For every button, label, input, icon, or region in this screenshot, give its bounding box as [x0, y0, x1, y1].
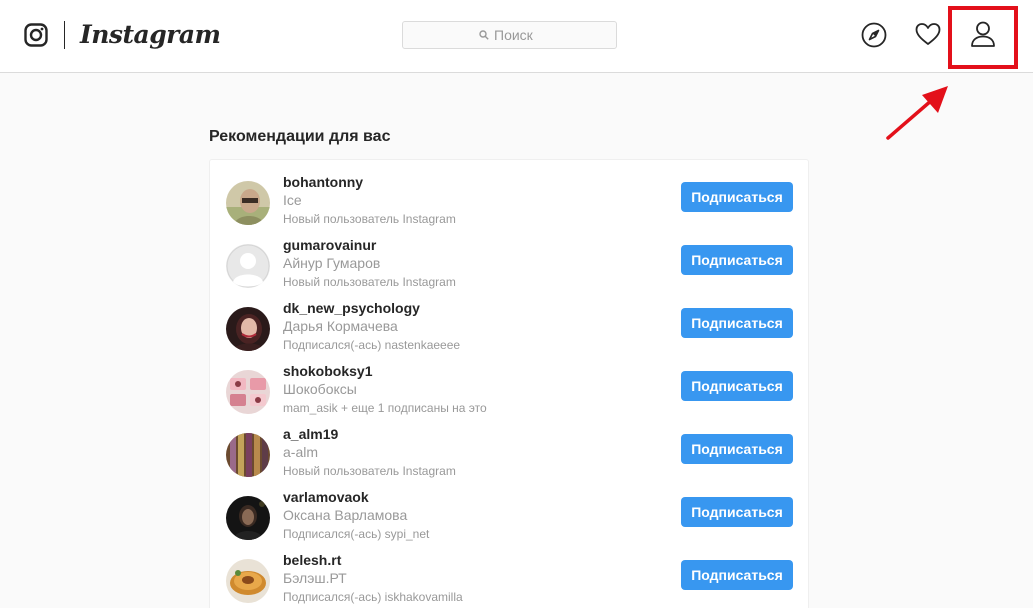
suggestion-context: Подписался(-ась) sypi_net — [283, 527, 430, 541]
avatar[interactable] — [226, 433, 270, 477]
section-title: Рекомендации для вас — [209, 128, 391, 145]
suggestion-context: Подписался(-ась) nastenkaeeee — [283, 338, 461, 352]
heart-icon[interactable] — [915, 22, 941, 48]
full-name: Оксана Варламова — [283, 507, 408, 523]
list-item: gumarovainur Айнур Гумаров Новый пользов… — [226, 232, 794, 295]
list-item: varlamovaok Оксана Варламова Подписался(… — [226, 484, 794, 547]
follow-button[interactable]: Подписаться — [681, 497, 793, 527]
username-link[interactable]: dk_new_psychology — [283, 299, 460, 317]
username-link[interactable]: belesh.rt — [283, 551, 463, 569]
list-item: shokoboksy1 Шокобоксы mam_asik + еще 1 п… — [226, 358, 794, 421]
follow-button[interactable]: Подписаться — [681, 308, 793, 338]
avatar[interactable] — [226, 181, 270, 225]
follow-button[interactable]: Подписаться — [681, 560, 793, 590]
full-name: Айнур Гумаров — [283, 255, 381, 271]
avatar[interactable] — [226, 370, 270, 414]
top-navbar: Instagram — [0, 0, 1033, 73]
list-item: bohantonny Ice Новый пользователь Instag… — [226, 169, 794, 232]
avatar[interactable] — [226, 559, 270, 603]
search-icon — [479, 30, 489, 40]
suggestion-context: Подписался(-ась) iskhakovamilla — [283, 590, 463, 604]
list-item: a_alm19 a-alm Новый пользователь Instagr… — [226, 421, 794, 484]
avatar[interactable] — [226, 307, 270, 351]
full-name: Ice — [283, 192, 302, 208]
list-item: dk_new_psychology Дарья Кормачева Подпис… — [226, 295, 794, 358]
full-name: Дарья Кормачева — [283, 318, 398, 334]
full-name: a-alm — [283, 444, 319, 460]
username-link[interactable]: gumarovainur — [283, 236, 456, 254]
username-link[interactable]: a_alm19 — [283, 425, 456, 443]
search-input[interactable] — [494, 27, 540, 43]
list-item: belesh.rt Бэлэш.РТ Подписался(-ась) iskh… — [226, 547, 794, 608]
suggestion-context: Новый пользователь Instagram — [283, 212, 456, 226]
username-link[interactable]: shokoboksy1 — [283, 362, 487, 380]
username-link[interactable]: varlamovaok — [283, 488, 429, 506]
follow-button[interactable]: Подписаться — [681, 434, 793, 464]
follow-button[interactable]: Подписаться — [681, 371, 793, 401]
avatar[interactable] — [226, 244, 270, 288]
suggestions-card: bohantonny Ice Новый пользователь Instag… — [209, 159, 809, 608]
avatar[interactable] — [226, 496, 270, 540]
suggestion-context: Новый пользователь Instagram — [283, 275, 456, 289]
instagram-logo-icon[interactable] — [24, 23, 48, 47]
username-link[interactable]: bohantonny — [283, 173, 456, 191]
compass-icon[interactable] — [861, 22, 887, 48]
full-name: Бэлэш.РТ — [283, 570, 347, 586]
full-name: Шокобоксы — [283, 381, 357, 397]
follow-button[interactable]: Подписаться — [681, 245, 793, 275]
annotation-arrow — [886, 86, 948, 140]
search-box[interactable] — [402, 21, 617, 49]
suggestion-context: Новый пользователь Instagram — [283, 464, 456, 478]
suggestion-context: mam_asik + еще 1 подписаны на это — [283, 401, 487, 415]
follow-button[interactable]: Подписаться — [681, 182, 793, 212]
profile-highlight-box — [948, 6, 1018, 69]
logo-divider — [64, 21, 65, 49]
instagram-wordmark[interactable]: Instagram — [80, 19, 221, 51]
